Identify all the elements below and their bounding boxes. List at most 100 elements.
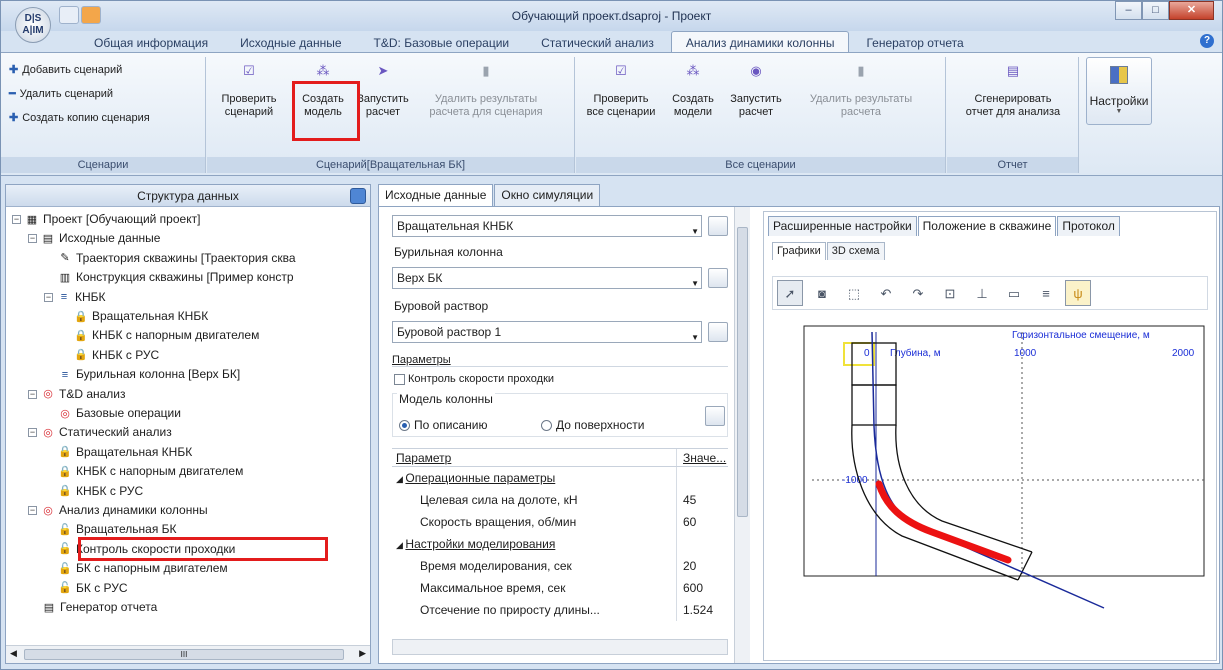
collapse-icon[interactable]: − (28, 428, 37, 438)
grid-horizontal-scrollbar[interactable] (392, 639, 728, 655)
results-tab[interactable]: Протокол (1057, 216, 1120, 236)
fluid-edit-icon[interactable] (708, 322, 728, 342)
table-row[interactable]: ◢ Настройки моделирования (392, 533, 728, 555)
check-scenario-button[interactable]: ☑ Проверить сценарий (221, 63, 277, 119)
check-all-button[interactable]: ☑ Проверить все сценарии (584, 63, 658, 119)
table-row[interactable]: ◢ Операционные параметры (392, 467, 728, 489)
ribbon-tab[interactable]: Общая информация (79, 31, 223, 53)
delete-results-button[interactable]: ▮ Удалить результаты расчета для сценария (421, 63, 551, 119)
tree-item[interactable]: − ▤ Исходные данные (28, 229, 160, 248)
drillstring-label: Бурильная колонна (394, 245, 503, 259)
refresh-icon[interactable] (350, 188, 366, 204)
help-icon[interactable]: ? (1200, 34, 1214, 48)
radio-to-surface[interactable]: До поверхности (541, 418, 644, 432)
column-value[interactable]: Значе... (677, 449, 727, 466)
table-row[interactable]: Скорость вращения, об/мин 60 (392, 511, 728, 533)
table-row[interactable]: Время моделирования, сек 20 (392, 555, 728, 577)
run-calculation-button[interactable]: ➤ Запустить расчет (353, 63, 413, 119)
parameter-value[interactable]: 45 (677, 489, 727, 511)
close-button[interactable]: ✕ (1169, 1, 1214, 20)
results-tab[interactable]: Расширенные настройки (768, 216, 917, 236)
tab-simulation[interactable]: Окно симуляции (494, 184, 601, 206)
expand-section-icon[interactable]: ◢ (396, 540, 405, 550)
tree-item[interactable]: ✎ Траектория скважины [Траектория сква (58, 249, 295, 268)
maximize-button[interactable]: □ (1142, 1, 1169, 20)
tree-item[interactable]: 🔒 Вращательная КНБК (58, 443, 192, 462)
table-row[interactable]: Целевая сила на долоте, кН 45 (392, 489, 728, 511)
bha-select[interactable]: Вращательная КНБК ▼ (392, 215, 702, 237)
tree-item[interactable]: 🔒 КНБК с РУС (74, 346, 159, 365)
scroll-left-icon[interactable]: ◀ (10, 648, 17, 659)
column-parameter[interactable]: Параметр (392, 449, 677, 466)
tree-item[interactable]: ≡ Бурильная колонна [Верх БК] (58, 365, 240, 384)
settings-button[interactable]: Настройки ▼ (1086, 57, 1152, 125)
parameter-value[interactable]: 20 (677, 555, 727, 577)
radio-by-description[interactable]: По описанию (399, 418, 488, 432)
parameter-value[interactable]: 60 (677, 511, 727, 533)
app-logo[interactable]: D|S A|IM (15, 7, 51, 43)
run-all-button[interactable]: ◉ Запустить расчет (726, 63, 786, 119)
bha-edit-icon[interactable] (708, 216, 728, 236)
pointer-icon[interactable]: ➚ (777, 280, 803, 306)
form-vertical-scrollbar[interactable] (734, 207, 750, 663)
results-tab[interactable]: Положение в скважине (917, 216, 1057, 236)
rop-control-checkbox[interactable]: Контроль скорости проходки (394, 373, 554, 385)
ribbon-tab[interactable]: Статический анализ (526, 31, 669, 53)
tree-horizontal-scrollbar[interactable]: ◀ III ▶ (6, 645, 370, 663)
collapse-icon[interactable]: − (44, 292, 53, 302)
parameter-value[interactable]: 1.524 (677, 599, 727, 621)
well-icon[interactable]: ψ (1065, 280, 1091, 306)
ribbon-tab[interactable]: Анализ динамики колонны (670, 31, 850, 53)
subtab-graphs[interactable]: Графики (772, 242, 826, 260)
subtab-3d[interactable]: 3D схема (826, 242, 885, 260)
tree-item[interactable]: − ▦ Проект [Обучающий проект] (12, 210, 200, 229)
table-row[interactable]: Максимальное время, сек 600 (392, 577, 728, 599)
camera-icon[interactable]: ◙ (809, 280, 835, 306)
tree-item[interactable]: 🔒 КНБК с напорным двигателем (74, 326, 259, 345)
delete-scenario-button[interactable]: ━ Удалить сценарий (9, 87, 113, 101)
drillstring-edit-icon[interactable] (708, 268, 728, 288)
tree-item[interactable]: ▤ Генератор отчета (42, 598, 157, 617)
parameter-value[interactable]: 600 (677, 577, 727, 599)
axis-icon[interactable]: ⊥ (969, 280, 995, 306)
create-models-button[interactable]: ⁂ Создать модели (668, 63, 718, 119)
fluid-select[interactable]: Буровой раствор 1 ▼ (392, 321, 702, 343)
collapse-icon[interactable]: − (28, 389, 37, 399)
tree-item[interactable]: − ◎ T&D анализ (28, 385, 126, 404)
zoom-fit-icon[interactable]: ⊡ (937, 280, 963, 306)
scroll-thumb[interactable] (737, 227, 748, 517)
zoom-forward-icon[interactable]: ↷ (905, 280, 931, 306)
list-icon[interactable]: ≡ (1033, 280, 1059, 306)
tab-input-data[interactable]: Исходные данные (378, 184, 494, 206)
tree-item[interactable]: − ◎ Статический анализ (28, 423, 172, 442)
properties-icon[interactable] (705, 406, 725, 426)
chart-icon[interactable]: ▭ (1001, 280, 1027, 306)
ribbon-tab[interactable]: Генератор отчета (851, 31, 978, 53)
tree-item[interactable]: 🔒 Вращательная КНБК (74, 307, 208, 326)
tree-item[interactable]: 🔒 КНБК с напорным двигателем (58, 462, 243, 481)
scroll-thumb[interactable]: III (24, 649, 344, 660)
generate-report-button[interactable]: ▤ Сгенерировать отчет для анализа (953, 63, 1073, 119)
tree-item[interactable]: ▥ Конструкция скважины [Пример констр (58, 268, 294, 287)
tree-item[interactable]: 🔓 БК с РУС (58, 579, 127, 598)
copy-scenario-button[interactable]: ✚ Создать копию сценария (9, 111, 150, 125)
expand-section-icon[interactable]: ◢ (396, 474, 405, 484)
add-scenario-button[interactable]: ✚ Добавить сценарий (9, 63, 122, 77)
scroll-right-icon[interactable]: ▶ (359, 648, 366, 659)
ribbon-tab[interactable]: T&D: Базовые операции (359, 31, 525, 53)
ribbon-tab[interactable]: Исходные данные (225, 31, 356, 53)
collapse-icon[interactable]: − (12, 215, 21, 224)
drillstring-select[interactable]: Верх БК ▼ (392, 267, 702, 289)
tree-item[interactable]: − ≡ КНБК (44, 288, 106, 307)
zoom-back-icon[interactable]: ↶ (873, 280, 899, 306)
zoom-box-icon[interactable]: ⬚ (841, 280, 867, 306)
tree-item[interactable]: ◎ Базовые операции (58, 404, 181, 423)
tree-item[interactable]: 🔓 БК с напорным двигателем (58, 559, 228, 578)
tree-item[interactable]: − ◎ Анализ динамики колонны (28, 501, 208, 520)
collapse-icon[interactable]: − (28, 234, 37, 244)
delete-all-results-button[interactable]: ▮ Удалить результаты расчета (796, 63, 926, 119)
collapse-icon[interactable]: − (28, 506, 37, 515)
minimize-button[interactable]: ‒ (1115, 1, 1142, 20)
tree-item[interactable]: 🔒 КНБК с РУС (58, 482, 143, 501)
table-row[interactable]: Отсечение по приросту длины... 1.524 (392, 599, 728, 621)
